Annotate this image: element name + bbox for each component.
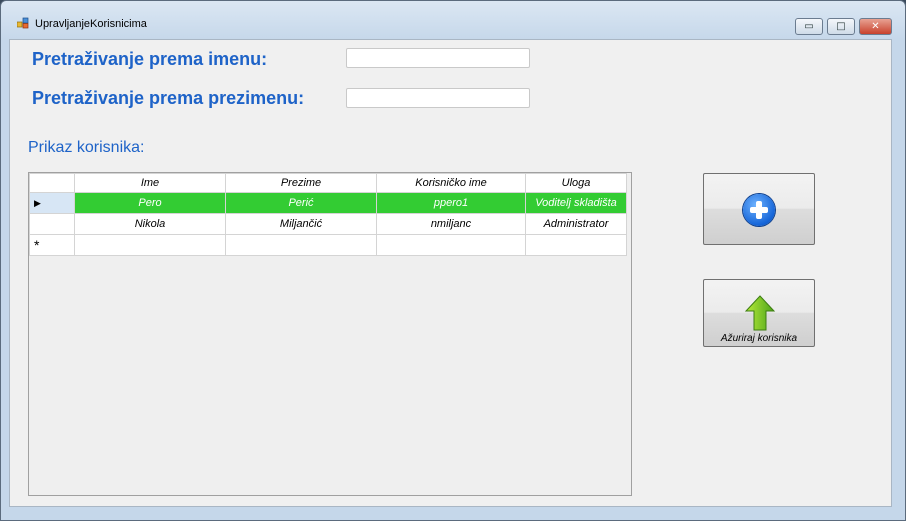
add-user-button[interactable] [703,173,815,245]
search-name-input[interactable] [346,48,530,68]
app-icon [17,17,29,29]
search-name-label: Pretraživanje prema imenu: [32,49,268,69]
search-surname-input[interactable] [346,88,530,108]
cell-ime[interactable]: Pero [74,192,226,214]
search-surname-label: Pretraživanje prema prezimenu: [32,88,305,108]
maximize-icon: □ [836,21,846,32]
row-header-corner[interactable] [29,173,75,193]
user-list-label: Prikaz korisnika: [28,139,145,156]
users-table: Ime Prezime Korisničko ime Uloga ▶ Pero … [29,173,627,256]
window-title: UpravljanjeKorisnicima [35,18,147,30]
row-header[interactable]: * [29,234,75,256]
plus-circle-icon [743,194,775,226]
new-cell[interactable] [74,234,226,256]
column-header-uloga[interactable]: Uloga [525,173,627,193]
title-bar[interactable]: UpravljanjeKorisnicima ▭ □ ✕ [1,1,905,39]
users-datagrid[interactable]: Ime Prezime Korisničko ime Uloga ▶ Pero … [28,172,632,496]
close-button[interactable]: ✕ [859,18,892,35]
current-row-icon: ▶ [34,198,41,208]
cell-prezime[interactable]: Perić [225,192,377,214]
new-row[interactable]: * [29,234,627,256]
maximize-button[interactable]: □ [827,18,855,35]
minimize-icon: ▭ [804,21,814,32]
form-client-area: Pretraživanje prema imenu: Pretraživanje… [9,39,892,507]
new-cell[interactable] [525,234,627,256]
update-user-button[interactable]: Ažuriraj korisnika [703,279,815,347]
column-header-ime[interactable]: Ime [74,173,226,193]
close-icon: ✕ [871,21,880,32]
cell-prezime[interactable]: Miljančić [225,213,377,235]
minimize-button[interactable]: ▭ [795,18,823,35]
column-header-prezime[interactable]: Prezime [225,173,377,193]
cell-ime[interactable]: Nikola [74,213,226,235]
row-header[interactable]: ▶ [29,192,75,214]
column-header-korisnicko-ime[interactable]: Korisničko ime [376,173,526,193]
cell-uloga[interactable]: Administrator [525,213,627,235]
cell-uloga[interactable]: Voditelj skladišta [525,192,627,214]
update-user-label: Ažuriraj korisnika [720,333,798,344]
table-row[interactable]: ▶ Pero Perić ppero1 Voditelj skladišta [29,192,627,214]
new-cell[interactable] [376,234,526,256]
new-row-icon: * [34,237,40,253]
header-row: Ime Prezime Korisničko ime Uloga [29,173,627,193]
cell-korisnicko-ime[interactable]: ppero1 [376,192,526,214]
up-arrow-icon [744,295,776,331]
cell-korisnicko-ime[interactable]: nmiljanc [376,213,526,235]
table-row[interactable]: Nikola Miljančić nmiljanc Administrator [29,213,627,235]
row-header[interactable] [29,213,75,235]
new-cell[interactable] [225,234,377,256]
main-window: UpravljanjeKorisnicima ▭ □ ✕ Pretraživan… [0,0,906,521]
